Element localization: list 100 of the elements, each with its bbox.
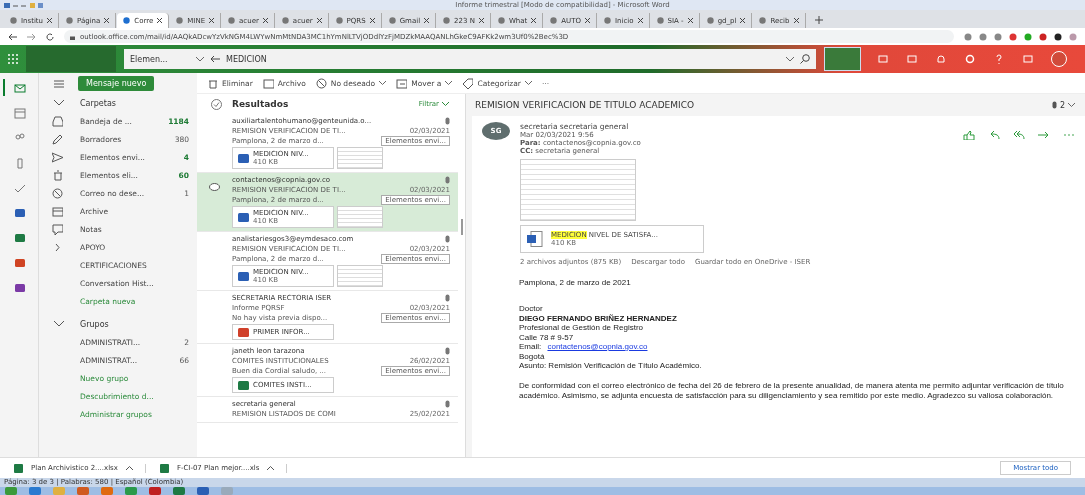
chevron-down-icon: [786, 56, 794, 62]
results-heading: Resultados: [232, 99, 290, 109]
close-icon[interactable]: [157, 18, 163, 23]
address-line: Profesional de Gestión de Registro: [519, 323, 645, 333]
chevron-down-icon[interactable]: [54, 100, 64, 106]
favicon-icon: [176, 17, 184, 24]
attachment-count: 2: [1059, 100, 1065, 110]
close-icon[interactable]: [740, 18, 746, 23]
favicon-icon: [550, 17, 558, 24]
favicon-icon: [388, 17, 396, 24]
scrollbar-thumb[interactable]: [460, 219, 463, 235]
search-scope-dropdown[interactable]: Elemen...: [130, 54, 190, 64]
note-icon: [52, 223, 63, 235]
document-thumbnail[interactable]: [520, 159, 636, 221]
favicon-icon: [228, 17, 236, 24]
quick-access-icon: [4, 1, 44, 9]
favicon-icon: [10, 17, 17, 24]
back-arrow-icon[interactable]: [210, 55, 220, 63]
search-field[interactable]: Elemen... MEDICION: [124, 49, 816, 69]
send-icon: [52, 151, 63, 163]
favicon-icon: [281, 17, 289, 24]
plus-icon[interactable]: [814, 16, 823, 24]
document-thumbnail[interactable]: [337, 265, 383, 287]
chevron-down-icon: [442, 102, 449, 106]
address-line: Bogotá: [519, 351, 546, 361]
close-icon[interactable]: [424, 18, 430, 23]
radio-circle-icon[interactable]: [209, 183, 220, 191]
archive-icon: [262, 77, 274, 89]
close-icon[interactable]: [262, 18, 268, 23]
document-thumbnail[interactable]: [337, 206, 383, 228]
email-link[interactable]: contactenos@copnia.gov.co: [547, 342, 648, 351]
section-heading[interactable]: Carpetas: [80, 98, 116, 108]
close-icon[interactable]: [531, 18, 537, 23]
new-message-button[interactable]: Mensaje nuevo: [78, 76, 155, 91]
chevron-down-icon[interactable]: [54, 321, 64, 327]
close-icon[interactable]: [316, 18, 322, 23]
spreadsheet-file-icon: [159, 463, 169, 473]
taskbar-app-icon[interactable]: [196, 487, 210, 495]
close-icon[interactable]: [47, 18, 53, 23]
start-button-icon[interactable]: [4, 487, 18, 495]
chevron-down-icon: [524, 81, 532, 85]
favicon-icon: [443, 17, 451, 24]
chevron-down-icon: [196, 56, 204, 62]
pdf-file-icon: [238, 327, 249, 337]
close-icon[interactable]: [369, 18, 375, 23]
paperclip-icon: [445, 235, 450, 243]
close-icon[interactable]: [637, 18, 643, 23]
like-icon[interactable]: [963, 130, 975, 140]
search-icon[interactable]: [800, 54, 810, 64]
favicon-icon: [497, 17, 505, 24]
taskbar-app-icon[interactable]: [76, 487, 90, 495]
favicon-icon: [759, 17, 767, 24]
excel-icon: [14, 231, 26, 244]
paragraph: Asunto: Remisión Verificación de Título Académico.: [519, 361, 703, 371]
help-icon[interactable]: [993, 54, 1004, 64]
back-icon[interactable]: [8, 32, 17, 41]
chevron-down-icon: [445, 81, 453, 85]
section-heading[interactable]: Grupos: [80, 319, 109, 329]
select-all-icon[interactable]: [211, 98, 222, 110]
chevron-down-icon: [379, 81, 387, 85]
paperclip-icon: [445, 294, 450, 302]
email-subject: REMISION VERIFICACION DE TITULO ACADEMICO: [475, 100, 696, 110]
chevron-down-icon[interactable]: [1068, 103, 1075, 107]
close-icon[interactable]: [104, 18, 110, 23]
address-line: DIEGO FERNANDO BRIÑEZ HERNANDEZ: [519, 313, 678, 323]
taskbar-app-icon[interactable]: [28, 487, 42, 495]
document-thumbnail[interactable]: [337, 147, 383, 169]
close-icon[interactable]: [585, 18, 591, 23]
paragraph: De conformidad con el correo electrónico de fecha del 26 de febrero de la presente anualidad, de manera atenta me permito adjuntar verificación de título académico. Asimismo, se adjunta encuesta de satisfacción para su diligenciamiento y sea remitido por este medio. Agradezco su valiosa colaboración.: [519, 381, 1065, 401]
taskbar-app-icon[interactable]: [172, 487, 186, 495]
settings-icon[interactable]: [964, 54, 975, 64]
word-file-icon: [527, 231, 543, 247]
chevron-up-icon: [267, 466, 275, 470]
address-line: Doctor: [519, 304, 544, 314]
reply-icon[interactable]: [988, 130, 1000, 140]
paperclip-icon: [445, 117, 450, 125]
word-file-icon: [238, 212, 249, 222]
close-icon[interactable]: [478, 18, 484, 23]
app-launcher-icon[interactable]: [8, 54, 18, 64]
bell-icon[interactable]: [936, 54, 947, 64]
close-icon[interactable]: [793, 18, 799, 23]
avatar-circle[interactable]: [1051, 51, 1068, 67]
chevron-up-icon: [125, 466, 133, 470]
powerpoint-icon: [14, 256, 26, 269]
close-icon[interactable]: [687, 18, 693, 23]
menu-icon[interactable]: [54, 79, 64, 88]
taskbar-app-icon[interactable]: [148, 487, 162, 495]
paperclip-icon: [445, 176, 450, 184]
block-icon: [315, 77, 327, 89]
close-icon[interactable]: [209, 18, 215, 23]
archive-icon: [52, 205, 63, 217]
favicon-icon: [335, 17, 343, 24]
reply-all-icon[interactable]: [1013, 130, 1025, 140]
forward-icon[interactable]: [27, 32, 36, 41]
reload-icon[interactable]: [46, 32, 54, 41]
onenote-icon: [14, 281, 26, 294]
forward-icon[interactable]: [1038, 130, 1050, 140]
favicon-icon: [706, 17, 714, 24]
word-file-icon: [238, 153, 249, 163]
mail-icon: [14, 81, 26, 94]
